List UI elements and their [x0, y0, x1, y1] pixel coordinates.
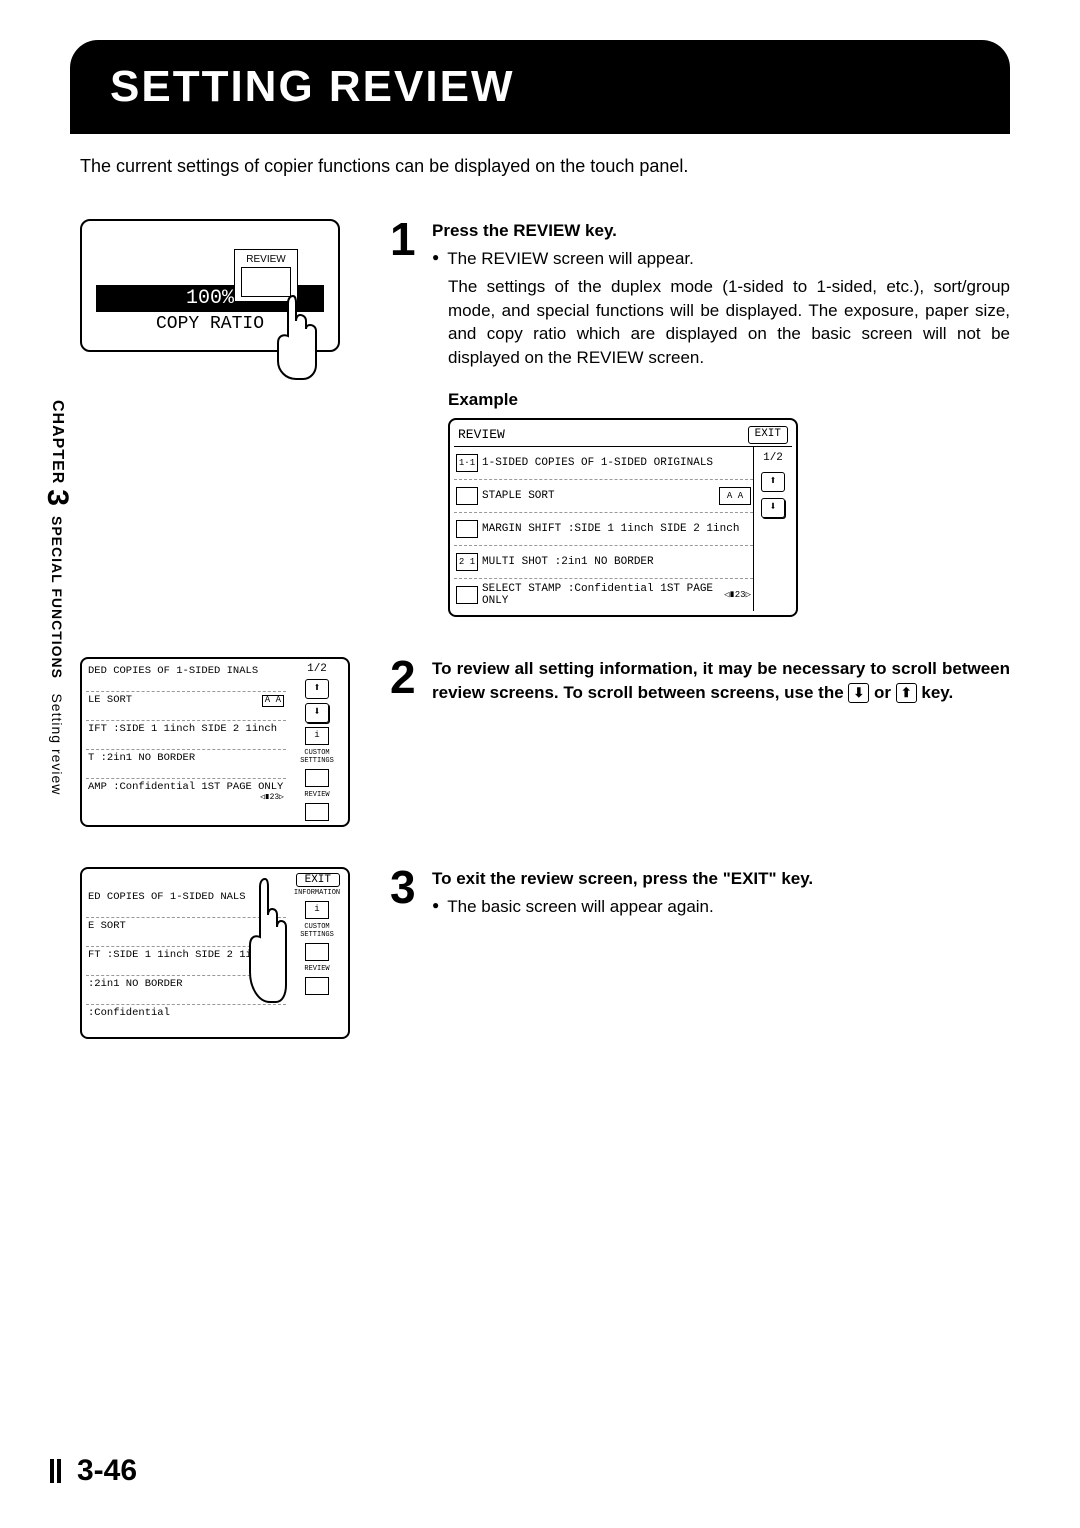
review-screen-title: REVIEW	[458, 426, 505, 444]
intro-text: The current settings of copier functions…	[80, 154, 780, 179]
auto-icon: A A	[262, 695, 284, 707]
page-title-bar: SETTING REVIEW	[70, 40, 1010, 134]
step1-bullet: The REVIEW screen will appear.	[447, 247, 694, 271]
figure-exit: EXIT ED COPIES OF 1-SIDED NALS E SORTA F…	[80, 867, 360, 1039]
page-title: SETTING REVIEW	[110, 62, 970, 112]
review-page-indicator: 1/2	[763, 451, 783, 466]
figure-review-key: REVIEW 100% COPY RATIO	[80, 219, 360, 352]
step-number-3: 3	[390, 867, 424, 923]
step1-paragraph: The settings of the duplex mode (1-sided…	[448, 275, 1010, 370]
mini-page-indicator: 1/2	[307, 663, 327, 675]
page-number: 3-46	[77, 1454, 137, 1488]
finger-icon	[242, 877, 288, 1007]
edit-icon	[305, 943, 329, 961]
step2-text: To review all setting information, it ma…	[432, 657, 1010, 705]
chapter-side-label: CHAPTER 3 SPECIAL FUNCTIONS Setting revi…	[40, 400, 74, 795]
figure-scroll: DED COPIES OF 1-SIDED INALS LE SORTA A I…	[80, 657, 360, 827]
exit-button[interactable]: EXIT	[748, 426, 788, 444]
review-icon	[305, 977, 329, 995]
finger-icon	[268, 291, 318, 381]
margin-icon	[456, 520, 478, 538]
example-label: Example	[448, 388, 1010, 412]
stamp-icon	[456, 586, 478, 604]
auto-icon: A A	[719, 487, 751, 505]
step3-bullet: The basic screen will appear again.	[447, 895, 713, 919]
scroll-up-button[interactable]: ⬆	[761, 472, 785, 492]
info-icon: i	[305, 901, 329, 919]
down-key-icon: ⬇	[848, 683, 869, 703]
scroll-down-button[interactable]: ⬇	[305, 703, 329, 723]
edit-icon	[305, 769, 329, 787]
exit-button[interactable]: EXIT	[296, 873, 340, 887]
review-icon	[305, 803, 329, 821]
info-icon: i	[305, 727, 329, 745]
step-number-1: 1	[390, 219, 424, 617]
scroll-down-button[interactable]: ⬇	[761, 498, 785, 518]
multishot-icon: 2 1	[456, 553, 478, 571]
duplex-icon: 1·1	[456, 454, 478, 472]
step-number-2: 2	[390, 657, 424, 709]
step3-heading: To exit the review screen, press the "EX…	[432, 867, 1010, 891]
step1-heading: Press the REVIEW key.	[432, 219, 1010, 243]
staple-icon	[456, 487, 478, 505]
up-key-icon: ⬆	[896, 683, 917, 703]
scroll-up-button[interactable]: ⬆	[305, 679, 329, 699]
review-screen-example: REVIEW EXIT 1·11-SIDED COPIES OF 1-SIDED…	[448, 418, 798, 617]
page-footer: 3-46	[50, 1454, 137, 1488]
